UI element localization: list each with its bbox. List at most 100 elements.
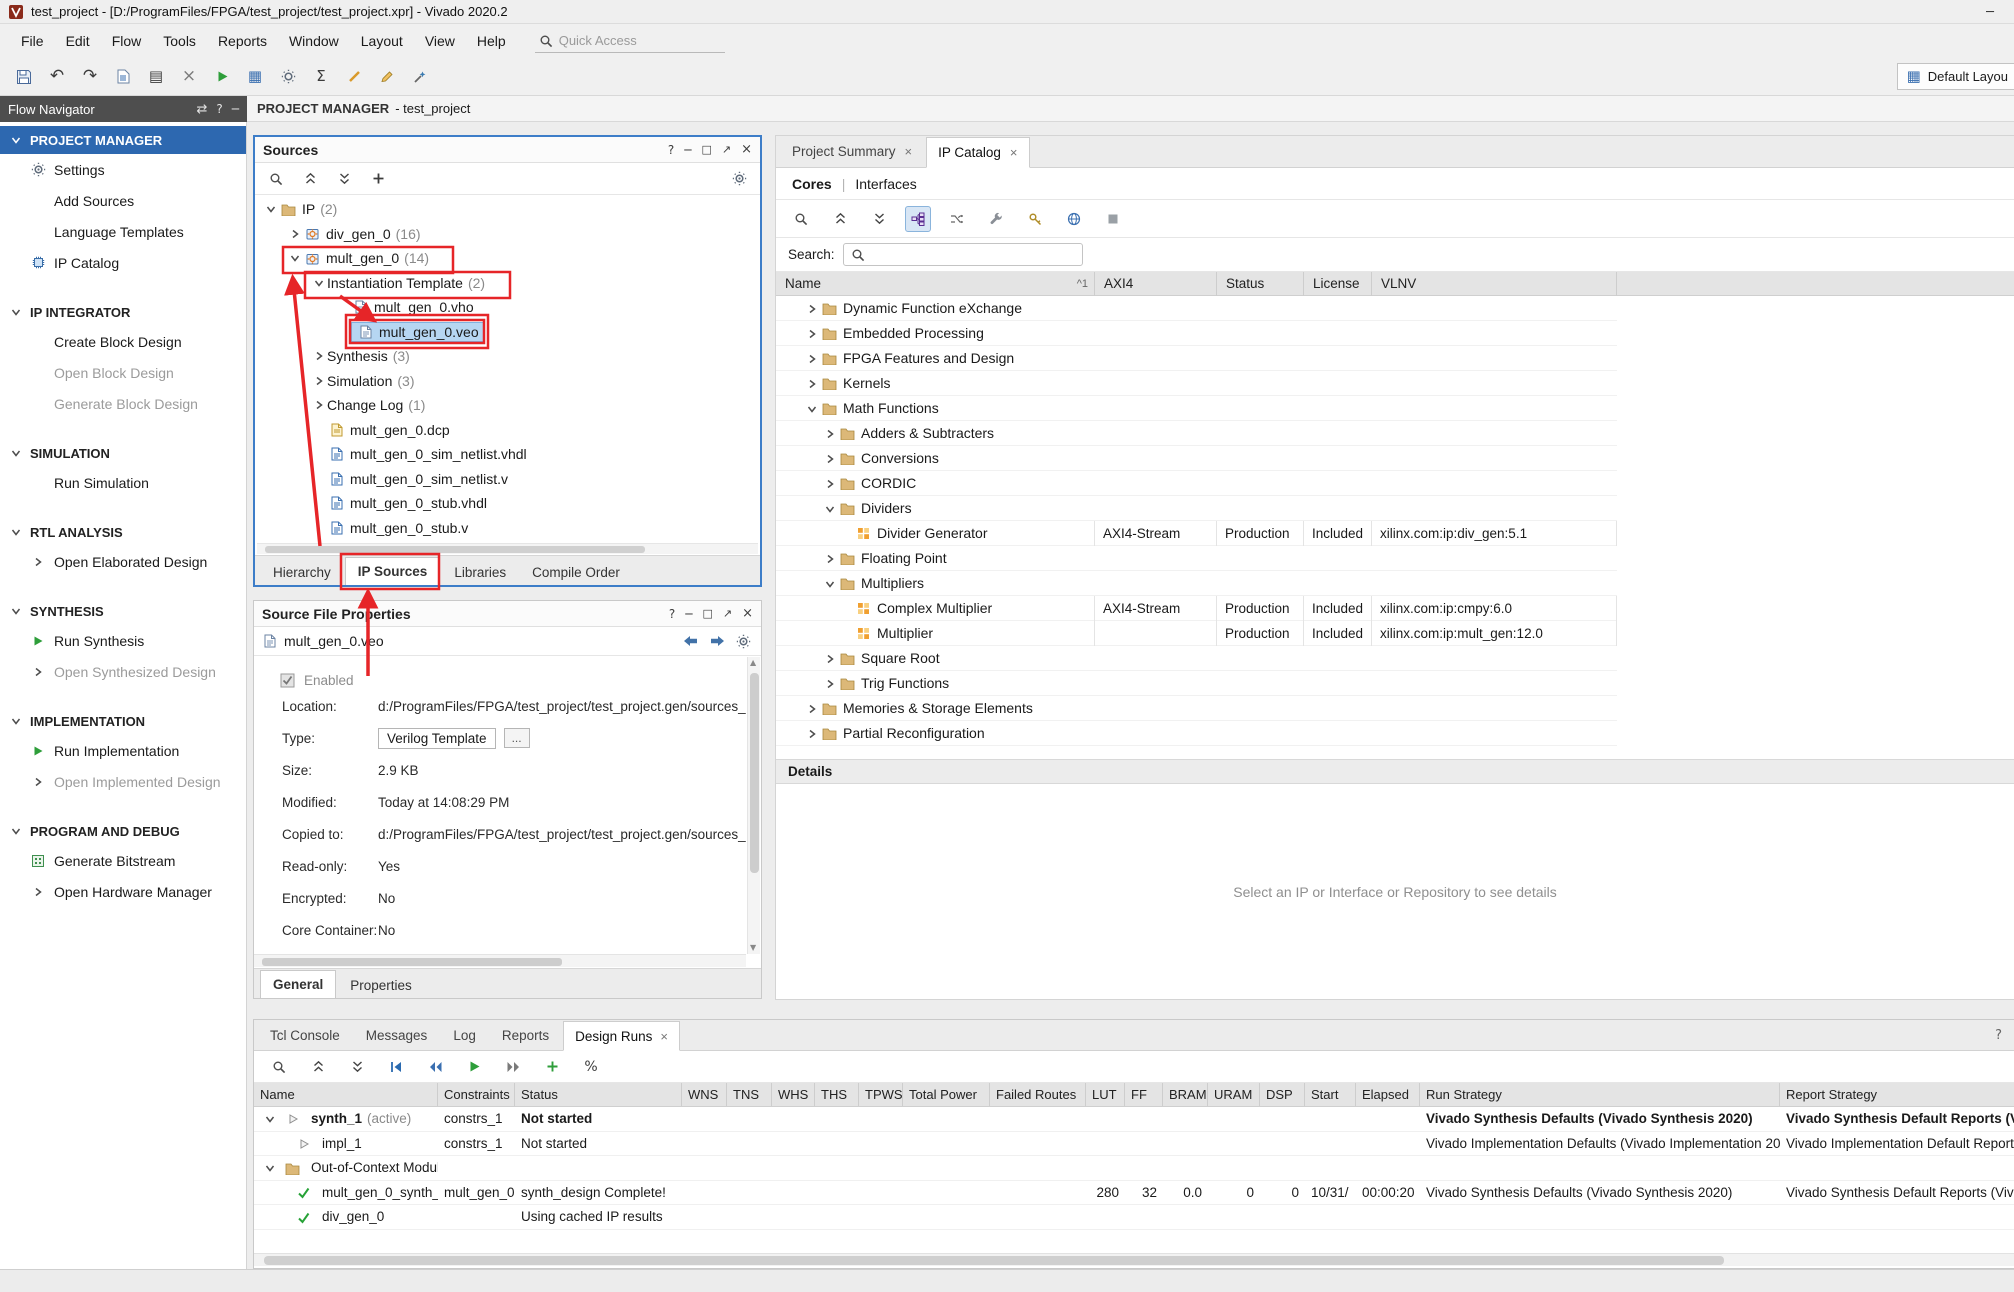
expand-all-button[interactable] xyxy=(333,168,355,190)
tab-design-runs[interactable]: Design Runs× xyxy=(563,1021,680,1051)
help-icon[interactable]: ? xyxy=(1995,1029,2014,1042)
settings-button[interactable] xyxy=(274,63,302,91)
runs-column-tpws[interactable]: TPWS xyxy=(859,1083,903,1106)
flownav-item-generate-bitstream[interactable]: Generate Bitstream xyxy=(0,845,246,876)
properties-horizontal-scrollbar[interactable] xyxy=(254,954,746,967)
catalog-node-cordic[interactable]: CORDIC xyxy=(776,471,1617,496)
source-node-synthesis[interactable]: Synthesis(3) xyxy=(255,344,760,369)
minimize-icon[interactable]: ─ xyxy=(684,144,691,156)
catalog-node-partial-reconfiguration[interactable]: Partial Reconfiguration xyxy=(776,721,1617,746)
menu-file[interactable]: File xyxy=(10,28,55,54)
scroll-up-icon[interactable]: ▲ xyxy=(750,659,756,667)
catalog-node-multipliers[interactable]: Multipliers xyxy=(776,571,1617,596)
minimize-panel-icon[interactable]: ─ xyxy=(232,103,239,115)
minimize-icon[interactable]: ─ xyxy=(685,608,692,620)
edit-button[interactable] xyxy=(373,63,401,91)
source-node-simulation[interactable]: Simulation(3) xyxy=(255,369,760,394)
percent-button[interactable]: % xyxy=(578,1054,604,1080)
flownav-item-run-simulation[interactable]: Run Simulation xyxy=(0,467,246,498)
collapse-all-button[interactable] xyxy=(305,1054,331,1080)
scrollbar-thumb[interactable] xyxy=(264,1256,1724,1265)
close-icon[interactable]: × xyxy=(660,1029,668,1044)
catalog-node-dividers[interactable]: Dividers xyxy=(776,496,1617,521)
catalog-node-floating-point[interactable]: Floating Point xyxy=(776,546,1617,571)
flownav-item-open-elaborated-design[interactable]: Open Elaborated Design xyxy=(0,546,246,577)
sources-tab-hierarchy[interactable]: Hierarchy xyxy=(261,560,343,585)
flownav-item-open-synthesized-design[interactable]: Open Synthesized Design xyxy=(0,656,246,687)
runs-column-report-strategy[interactable]: Report Strategy xyxy=(1780,1083,2014,1106)
run-row-mult-gen-0-synth-1[interactable]: mult_gen_0_synth_1mult_gen_0synth_design… xyxy=(254,1181,2014,1206)
source-node-instantiation-template[interactable]: Instantiation Template(2) xyxy=(255,271,760,296)
source-node-mult-gen-0-stub-v[interactable]: mult_gen_0_stub.v xyxy=(255,516,760,541)
catalog-node-math-functions[interactable]: Math Functions xyxy=(776,396,1617,421)
dashboard-button[interactable]: ▦ xyxy=(241,63,269,91)
layout-selector-button[interactable]: ▦ Default Layou xyxy=(1897,63,2014,90)
flownav-item-ip-catalog[interactable]: IP Catalog xyxy=(0,247,246,278)
properties-vertical-scrollbar[interactable]: ▲ ▼ xyxy=(747,657,760,954)
undo-button[interactable]: ↶ xyxy=(43,63,71,91)
enabled-checkbox[interactable] xyxy=(280,673,295,688)
float-icon[interactable]: ↗ xyxy=(723,608,732,619)
runs-column-lut[interactable]: LUT xyxy=(1086,1083,1125,1106)
tab-messages[interactable]: Messages xyxy=(354,1020,440,1050)
sigma-button[interactable]: Σ xyxy=(307,63,335,91)
runs-column-bram[interactable]: BRAM xyxy=(1163,1083,1208,1106)
collapse-all-button[interactable] xyxy=(827,206,853,232)
view-cores[interactable]: Cores xyxy=(792,176,832,192)
stop-square-button[interactable] xyxy=(1100,206,1126,232)
runs-column-run-strategy[interactable]: Run Strategy xyxy=(1420,1083,1780,1106)
forward-icon[interactable] xyxy=(709,635,726,647)
runs-column-failed-routes[interactable]: Failed Routes xyxy=(990,1083,1086,1106)
flownav-item-open-implemented-design[interactable]: Open Implemented Design xyxy=(0,766,246,797)
collapse-all-button[interactable] xyxy=(299,168,321,190)
flownav-item-run-synthesis[interactable]: Run Synthesis xyxy=(0,625,246,656)
run-row-synth-1[interactable]: synth_1(active)constrs_1Not startedVivad… xyxy=(254,1107,2014,1132)
flownav-section-synthesis[interactable]: SYNTHESIS xyxy=(0,597,246,625)
menu-layout[interactable]: Layout xyxy=(350,28,414,54)
scrollbar-thumb[interactable] xyxy=(262,958,562,966)
source-node-mult-gen-0-stub-vhdl[interactable]: mult_gen_0_stub.vhdl xyxy=(255,491,760,516)
catalog-node-kernels[interactable]: Kernels xyxy=(776,371,1617,396)
search-button[interactable] xyxy=(788,206,814,232)
catalog-node-conversions[interactable]: Conversions xyxy=(776,446,1617,471)
runs-column-dsp[interactable]: DSP xyxy=(1260,1083,1305,1106)
menu-edit[interactable]: Edit xyxy=(55,28,101,54)
flownav-item-language-templates[interactable]: Language Templates xyxy=(0,216,246,247)
probe-button[interactable] xyxy=(406,63,434,91)
tab-reports[interactable]: Reports xyxy=(490,1020,561,1050)
catalog-node-trig-functions[interactable]: Trig Functions xyxy=(776,671,1617,696)
flownav-item-open-hardware-manager[interactable]: Open Hardware Manager xyxy=(0,876,246,907)
flownav-section-implementation[interactable]: IMPLEMENTATION xyxy=(0,707,246,735)
source-node-div-gen-0[interactable]: div_gen_0(16) xyxy=(255,222,760,247)
scrollbar-thumb[interactable] xyxy=(265,546,645,553)
wrench-button[interactable] xyxy=(983,206,1009,232)
flownav-item-add-sources[interactable]: Add Sources xyxy=(0,185,246,216)
type-value-box[interactable]: Verilog Template xyxy=(378,728,496,749)
properties-tab-general[interactable]: General xyxy=(260,970,336,998)
source-node-change-log[interactable]: Change Log(1) xyxy=(255,393,760,418)
delete-button[interactable]: × xyxy=(175,63,203,91)
restart-runs-button[interactable] xyxy=(383,1054,409,1080)
source-node-mult-gen-0-vho[interactable]: mult_gen_0.vho xyxy=(255,295,760,320)
maximize-icon[interactable]: □ xyxy=(701,144,711,155)
expand-all-button[interactable] xyxy=(866,206,892,232)
source-node-mult-gen-0-veo[interactable]: mult_gen_0.veo xyxy=(255,320,760,345)
runs-horizontal-scrollbar[interactable] xyxy=(254,1253,2014,1266)
catalog-column-name[interactable]: Name^1 xyxy=(776,272,1095,296)
source-node-mult-gen-0-sim-netlist-v[interactable]: mult_gen_0_sim_netlist.v xyxy=(255,467,760,492)
flownav-item-run-implementation[interactable]: Run Implementation xyxy=(0,735,246,766)
run-row-impl-1[interactable]: impl_1constrs_1Not startedVivado Impleme… xyxy=(254,1132,2014,1157)
catalog-node-complex-multiplier[interactable]: Complex MultiplierAXI4-StreamProductionI… xyxy=(776,596,1617,621)
float-icon[interactable]: ↗ xyxy=(722,144,731,155)
search-button[interactable] xyxy=(266,1054,292,1080)
runs-column-wns[interactable]: WNS xyxy=(682,1083,727,1106)
run-row-out-of-context-module-runs[interactable]: Out-of-Context Module Runs xyxy=(254,1156,2014,1181)
runs-column-elapsed[interactable]: Elapsed xyxy=(1356,1083,1420,1106)
source-node-ip[interactable]: IP(2) xyxy=(255,197,760,222)
run-row-div-gen-0[interactable]: div_gen_0Using cached IP results xyxy=(254,1205,2014,1230)
expand-all-button[interactable] xyxy=(344,1054,370,1080)
runs-column-whs[interactable]: WHS xyxy=(772,1083,815,1106)
hier-view-button[interactable] xyxy=(905,206,931,232)
gear-icon[interactable] xyxy=(736,634,751,649)
flownav-section-project-manager[interactable]: PROJECT MANAGER xyxy=(0,126,246,154)
